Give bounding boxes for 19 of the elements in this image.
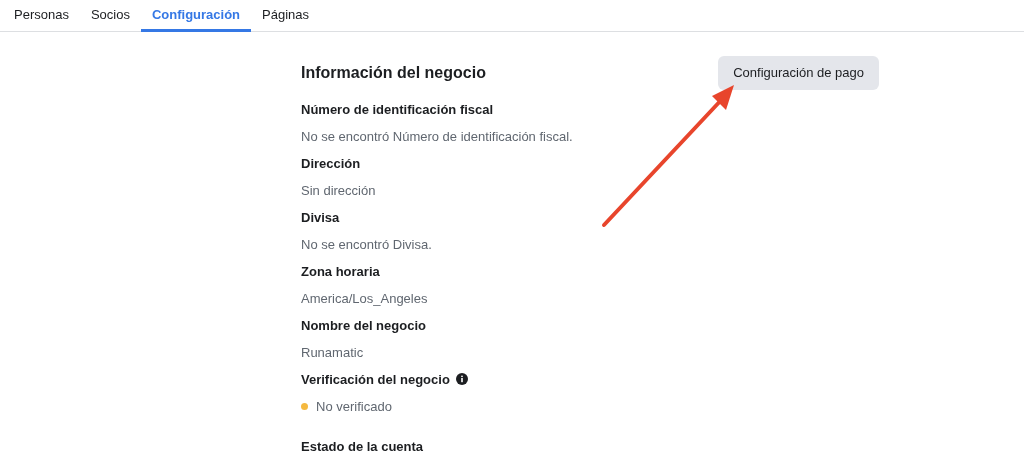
field-label: Nombre del negocio bbox=[301, 316, 426, 335]
tab[interactable]: Configuración bbox=[140, 0, 252, 32]
field-label: Verificación del negocio bbox=[301, 370, 450, 389]
field-value: Sin dirección bbox=[301, 182, 376, 200]
tab[interactable]: Personas bbox=[3, 0, 80, 32]
field-label: Zona horaria bbox=[301, 262, 380, 281]
field-value: No se encontró Divisa. bbox=[301, 236, 432, 254]
field-value: America/Los_Angeles bbox=[301, 290, 428, 308]
field-label: Número de identificación fiscal bbox=[301, 100, 494, 119]
field-value: No verificado bbox=[316, 398, 392, 416]
field-label: Estado de la cuenta bbox=[301, 438, 424, 457]
tab[interactable]: Socios bbox=[79, 0, 141, 32]
tab[interactable]: Páginas bbox=[251, 0, 321, 32]
payment-settings-button[interactable]: Configuración de pago bbox=[718, 56, 879, 90]
field-value: Runamatic bbox=[301, 344, 364, 362]
section-title: Información del negocio bbox=[301, 63, 486, 83]
field-label: Divisa bbox=[301, 208, 340, 227]
field-value: No se encontró Número de identificación fiscal. bbox=[301, 128, 573, 146]
field-label: Dirección bbox=[301, 154, 361, 173]
